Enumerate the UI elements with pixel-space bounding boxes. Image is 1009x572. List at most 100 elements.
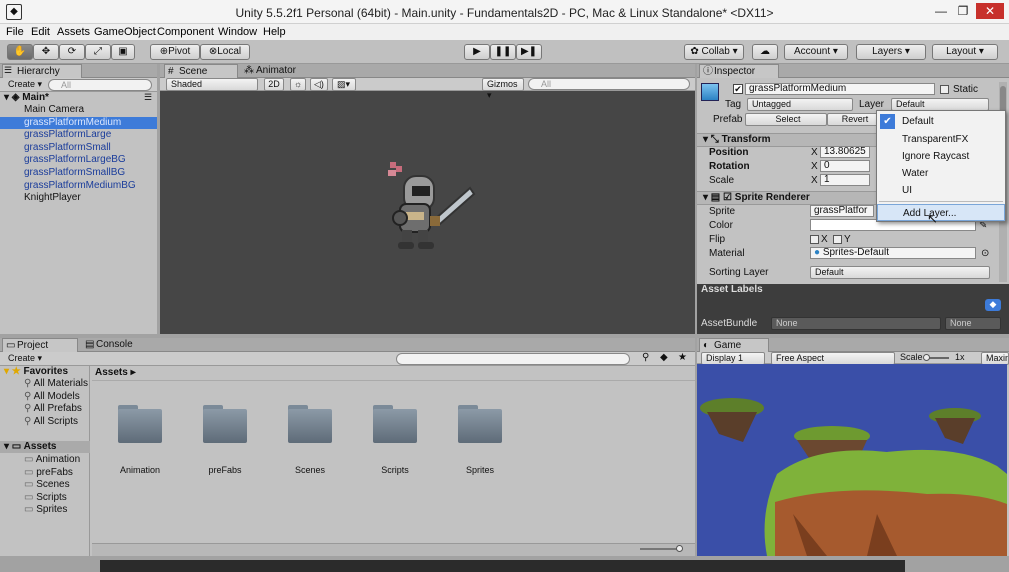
rotate-tool-icon[interactable]: ⟳: [59, 44, 85, 60]
folder-label[interactable]: Scripts: [360, 465, 430, 475]
favorites-list-item[interactable]: ⚲ All Scripts: [24, 416, 78, 428]
tag-icon[interactable]: ◆: [985, 299, 1001, 311]
project-search-input[interactable]: [396, 353, 630, 365]
tab-hierarchy[interactable]: Hierarchy: [2, 64, 82, 78]
layers-dropdown[interactable]: Layers ▾: [856, 44, 926, 60]
game-viewport[interactable]: [697, 364, 1007, 556]
close-button[interactable]: ✕: [976, 3, 1004, 19]
step-button[interactable]: ▶❚: [516, 44, 542, 60]
hierarchy-item[interactable]: KnightPlayer: [0, 192, 157, 204]
assets-item[interactable]: ▾ ▭ Assets: [4, 441, 56, 453]
folder-label[interactable]: Sprites: [445, 465, 515, 475]
layer-option-ui[interactable]: UI: [877, 182, 1005, 199]
tab-scene[interactable]: # Scene: [164, 64, 238, 78]
assets-tree-item[interactable]: ▭ preFabs: [24, 467, 73, 479]
assets-tree-item[interactable]: ▭ Animation: [24, 454, 80, 466]
folder-label[interactable]: preFabs: [190, 465, 260, 475]
scene-root-item[interactable]: ▾ ◈ Main*: [4, 92, 49, 104]
assets-tree-item[interactable]: ▭ Scripts: [24, 492, 67, 504]
prefab-revert-button[interactable]: Revert: [827, 113, 879, 126]
hierarchy-item[interactable]: grassPlatformLargeBG: [0, 154, 157, 166]
assetbundle-dropdown[interactable]: None: [771, 317, 941, 330]
rect-tool-icon[interactable]: ▣: [111, 44, 135, 60]
filter-label-icon[interactable]: ◆: [660, 352, 668, 363]
local-toggle[interactable]: ⊗Local: [200, 44, 250, 60]
assets-tree-item[interactable]: ▭ Scenes: [24, 479, 70, 491]
knight-sprite[interactable]: [378, 160, 488, 270]
icon-size-slider-thumb[interactable]: [676, 545, 683, 552]
assets-breadcrumb[interactable]: Assets ▸: [95, 367, 136, 378]
favorites-list-item[interactable]: ⚲ All Models: [24, 391, 80, 403]
menu-window[interactable]: Window: [218, 26, 257, 38]
menu-assets[interactable]: Assets: [57, 26, 90, 38]
flip-x-checkbox[interactable]: [810, 235, 819, 244]
tab-game[interactable]: ◐ Game: [699, 338, 769, 352]
favorites-list-item[interactable]: ⚲ All Prefabs: [24, 403, 82, 415]
audio-toggle-icon[interactable]: ◁): [310, 78, 328, 91]
scene-search-input[interactable]: All: [528, 78, 690, 90]
move-tool-icon[interactable]: ✥: [33, 44, 59, 60]
effects-dropdown-icon[interactable]: ▨▾: [332, 78, 356, 91]
game-scale-slider[interactable]: [923, 354, 949, 361]
object-name-input[interactable]: grassPlatformMedium: [745, 83, 935, 95]
scale-x-input[interactable]: 1: [820, 174, 870, 186]
tab-project[interactable]: ▭ Project: [2, 338, 78, 352]
folder-icon[interactable]: [203, 405, 247, 443]
folder-label[interactable]: Animation: [105, 465, 175, 475]
sorting-layer-dropdown[interactable]: Default: [810, 266, 990, 279]
hierarchy-item[interactable]: grassPlatformSmall: [0, 142, 157, 154]
position-x-input[interactable]: 13.80625: [820, 146, 870, 158]
folder-icon[interactable]: [458, 405, 502, 443]
hierarchy-create-button[interactable]: Create ▾: [4, 79, 44, 92]
hierarchy-search-input[interactable]: All: [48, 79, 152, 91]
tab-inspector[interactable]: ⓘ Inspector: [699, 64, 779, 78]
layer-option-add-layer[interactable]: Add Layer...: [877, 204, 1005, 221]
restore-button[interactable]: ❐: [952, 3, 974, 19]
prefab-select-button[interactable]: Select: [745, 113, 827, 126]
shading-mode-dropdown[interactable]: Shaded: [166, 78, 258, 91]
account-dropdown[interactable]: Account ▾: [784, 44, 848, 60]
layer-option-transparentfx[interactable]: TransparentFX: [877, 131, 1005, 148]
minimize-button[interactable]: —: [930, 3, 952, 19]
flip-y-checkbox[interactable]: [833, 235, 842, 244]
lighting-toggle-icon[interactable]: ☼: [290, 78, 306, 91]
gizmos-dropdown[interactable]: Gizmos ▾: [482, 78, 524, 100]
tag-dropdown[interactable]: Untagged: [747, 98, 853, 111]
favorites-item[interactable]: ▾ ★ Favorites: [4, 366, 68, 378]
2d-mode-toggle[interactable]: 2D: [264, 78, 284, 91]
assetbundle-variant-dropdown[interactable]: None: [945, 317, 1001, 330]
layer-option-water[interactable]: Water: [877, 165, 1005, 182]
project-create-button[interactable]: Create ▾: [4, 353, 44, 366]
pause-button[interactable]: ❚❚: [490, 44, 516, 60]
hand-tool-icon[interactable]: ✋: [7, 44, 33, 60]
hierarchy-menu-icon[interactable]: ☰: [144, 92, 152, 103]
material-field[interactable]: ● Sprites-Default: [810, 247, 976, 259]
menu-gameobject[interactable]: GameObject: [94, 26, 156, 38]
menu-file[interactable]: File: [6, 26, 24, 38]
collab-dropdown[interactable]: ✿ Collab ▾: [684, 44, 744, 60]
tab-animator[interactable]: ⁂ Animator: [242, 64, 322, 78]
game-scale-slider-thumb[interactable]: [923, 354, 930, 361]
layer-option-default[interactable]: ✔ Default: [877, 113, 1005, 130]
pivot-toggle[interactable]: ⊕Pivot: [150, 44, 200, 60]
sprite-field[interactable]: grassPlatfor: [810, 205, 874, 217]
hierarchy-item[interactable]: grassPlatformLarge: [0, 129, 157, 141]
folder-icon[interactable]: [373, 405, 417, 443]
hierarchy-item[interactable]: grassPlatformMediumBG: [0, 180, 157, 192]
menu-component[interactable]: Component: [157, 26, 214, 38]
static-checkbox[interactable]: [940, 85, 949, 94]
icon-size-slider[interactable]: [640, 545, 683, 552]
hierarchy-item[interactable]: Main Camera: [0, 104, 157, 116]
folder-label[interactable]: Scenes: [275, 465, 345, 475]
menu-edit[interactable]: Edit: [31, 26, 50, 38]
tab-console[interactable]: ▤ Console: [82, 338, 158, 352]
play-button[interactable]: ▶: [464, 44, 490, 60]
folder-icon[interactable]: [118, 405, 162, 443]
favorites-list-item[interactable]: ⚲ All Materials: [24, 378, 88, 390]
object-picker-icon[interactable]: ⊙: [981, 248, 989, 259]
rotation-x-input[interactable]: 0: [820, 160, 870, 172]
assets-tree-item[interactable]: ▭ Sprites: [24, 504, 67, 516]
scale-tool-icon[interactable]: ⤢: [85, 44, 111, 60]
layout-dropdown[interactable]: Layout ▾: [932, 44, 998, 60]
cloud-icon[interactable]: ☁: [752, 44, 778, 60]
